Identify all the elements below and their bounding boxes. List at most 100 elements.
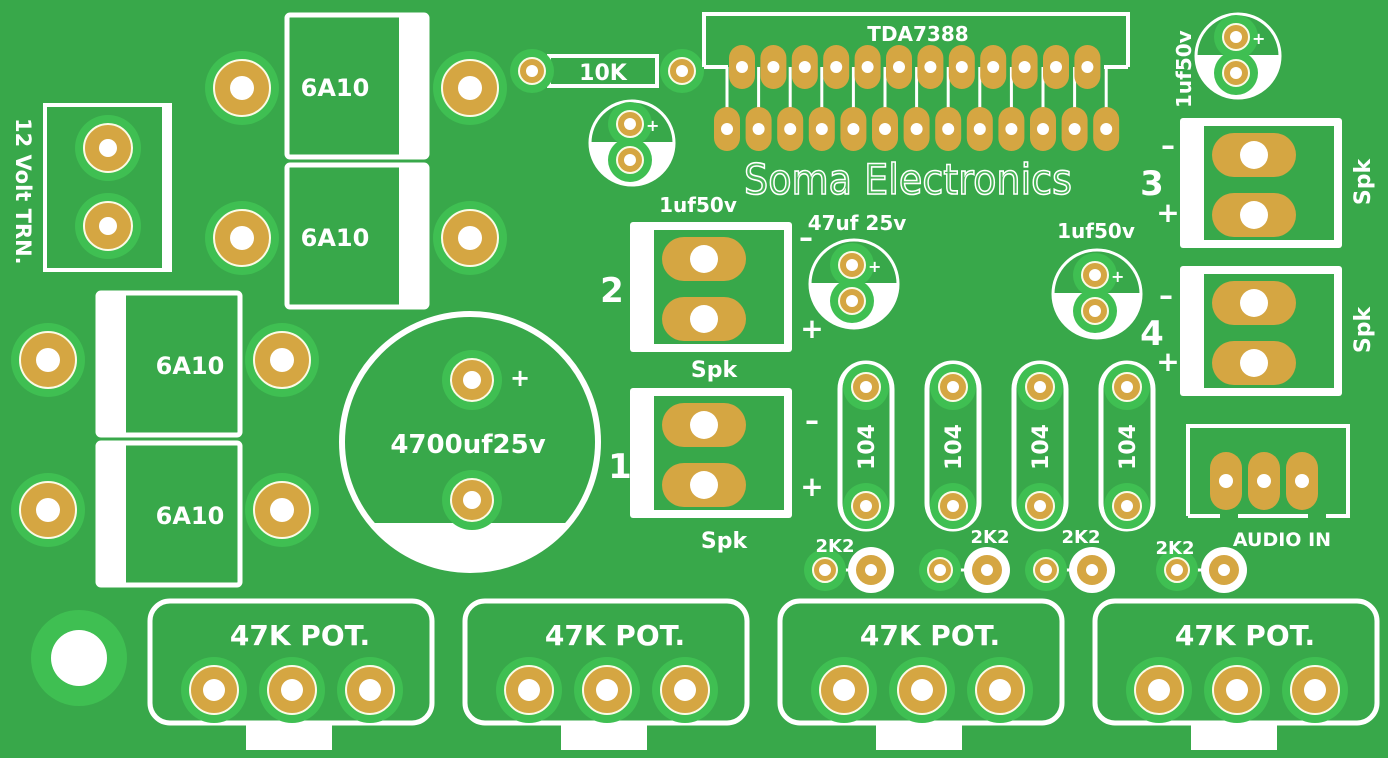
pcb-board: 12 Volt TRN. 6A10 6A10 6A10 6A10 10K TDA738… bbox=[11, 12, 1380, 750]
capacitor-label: 104 bbox=[1116, 424, 1141, 470]
ic-pin-bottom bbox=[840, 107, 867, 151]
capacitor-pad bbox=[930, 483, 976, 529]
pot-pad bbox=[181, 657, 247, 723]
pot-pad bbox=[811, 657, 877, 723]
resistor-pad bbox=[1069, 547, 1115, 593]
pot-label: 47K POT. bbox=[860, 619, 1000, 652]
ic-pin-top bbox=[917, 45, 944, 89]
capacitor-ceramic-4: 104 bbox=[1098, 360, 1156, 532]
speaker-pad bbox=[662, 237, 746, 281]
transformer-pad bbox=[75, 115, 141, 181]
ic-pin-bottom bbox=[1093, 107, 1120, 151]
diode-4: 6A10 bbox=[11, 440, 319, 588]
capacitor-ceramic-2: 104 bbox=[924, 360, 982, 532]
capacitor-pad bbox=[1017, 364, 1063, 410]
resistor-10k: 10K bbox=[510, 49, 704, 93]
minus-sign: – bbox=[799, 221, 813, 254]
capacitor-pad bbox=[930, 364, 976, 410]
ic-pin-bottom bbox=[1030, 107, 1056, 151]
diode-label: 6A10 bbox=[301, 74, 370, 102]
diode-pad bbox=[205, 51, 279, 125]
speaker-pad bbox=[662, 463, 746, 507]
plus-sign: + bbox=[1156, 196, 1179, 229]
transformer-pad bbox=[75, 193, 141, 259]
pot-pad bbox=[967, 657, 1033, 723]
speaker-terminal-4: 4–+Spk bbox=[1140, 266, 1376, 396]
diode-label: 6A10 bbox=[156, 352, 225, 380]
audio-in-pin bbox=[1286, 452, 1318, 510]
capacitor-pad bbox=[1073, 289, 1117, 333]
ic-pin-bottom bbox=[808, 107, 835, 151]
speaker-label: Spk bbox=[701, 529, 749, 554]
capacitor-electrolytic-1: + bbox=[588, 99, 676, 187]
ic-pin-top bbox=[1011, 45, 1038, 89]
resistor-pad bbox=[964, 547, 1010, 593]
resistor-label: 2K2 bbox=[971, 527, 1010, 548]
capacitor-pad bbox=[608, 138, 652, 182]
diode-label: 6A10 bbox=[301, 224, 370, 252]
transformer-connector: 12 Volt TRN. bbox=[11, 103, 172, 272]
audio-in-connector: AUDIO IN bbox=[1186, 424, 1350, 551]
pot-pad bbox=[496, 657, 562, 723]
ic-pin-top bbox=[729, 45, 755, 89]
capacitor-pad bbox=[1017, 483, 1063, 529]
resistor-label: 2K2 bbox=[816, 536, 855, 557]
ic-label: TDA7388 bbox=[867, 22, 968, 46]
channel-number: 1 bbox=[608, 447, 632, 487]
diode-pad bbox=[433, 51, 507, 125]
ic-pin-top bbox=[948, 45, 975, 89]
brand-text: Soma Electronics bbox=[744, 155, 1072, 204]
ic-pin-bottom bbox=[998, 107, 1025, 151]
speaker-label: Spk bbox=[691, 358, 739, 383]
diode-3: 6A10 bbox=[11, 290, 319, 438]
capacitor-pad bbox=[442, 470, 502, 530]
resistor-pad bbox=[1025, 549, 1067, 591]
diode-pad bbox=[433, 201, 507, 275]
ic-pin-bottom bbox=[903, 107, 930, 151]
ic-pin-top bbox=[1074, 45, 1101, 89]
speaker-terminal-1: 1 – + Spk bbox=[608, 388, 824, 554]
ic-pin-bottom bbox=[966, 107, 993, 151]
resistor-pad bbox=[1201, 547, 1247, 593]
pot-pad bbox=[1204, 657, 1270, 723]
capacitor-electrolytic-3: + bbox=[1051, 248, 1143, 340]
speaker-pad bbox=[662, 297, 746, 341]
diode-pad bbox=[245, 473, 319, 547]
resistor-2k2-2: 2K2 bbox=[919, 527, 1010, 593]
resistor-2k2-3: 2K2 bbox=[1025, 527, 1115, 593]
potentiometer-1: 47K POT. bbox=[147, 598, 435, 750]
capacitor-pad bbox=[1104, 364, 1150, 410]
audio-in-pin bbox=[1248, 452, 1280, 510]
plus-sign: + bbox=[868, 257, 881, 276]
pot-pad bbox=[337, 657, 403, 723]
minus-sign: – bbox=[1159, 279, 1173, 312]
capacitor-pad bbox=[1104, 483, 1150, 529]
speaker-terminal-3: 3–+Spk bbox=[1140, 118, 1376, 248]
pot-pad bbox=[1282, 657, 1348, 723]
capacitor-electrolytic-4: + bbox=[1194, 12, 1282, 100]
plus-sign: + bbox=[1111, 267, 1124, 286]
potentiometer-4: 47K POT. bbox=[1092, 598, 1380, 750]
pot-pad bbox=[652, 657, 718, 723]
channel-number: 2 bbox=[600, 271, 624, 311]
resistor-10k-label: 10K bbox=[579, 61, 628, 86]
ic-pin-bottom bbox=[745, 107, 772, 151]
speaker-pad bbox=[662, 403, 746, 447]
ic-pin-top bbox=[823, 45, 850, 89]
potentiometer-3: 47K POT. bbox=[777, 598, 1065, 750]
mounting-hole bbox=[31, 610, 127, 706]
speaker-terminal-2: 2 – + Spk bbox=[600, 221, 824, 383]
ic-pin-bottom bbox=[714, 107, 740, 151]
ic-pin-top bbox=[1043, 45, 1069, 89]
cap-1uf-label-a: 1uf50v bbox=[659, 193, 737, 217]
ic-tda7388: TDA7388 bbox=[702, 12, 1130, 151]
pot-pad bbox=[1126, 657, 1192, 723]
audio-in-label: AUDIO IN bbox=[1233, 529, 1331, 551]
pot-pad bbox=[259, 657, 325, 723]
pot-label: 47K POT. bbox=[1175, 619, 1315, 652]
minus-sign: – bbox=[805, 404, 819, 437]
pot-pad bbox=[889, 657, 955, 723]
cap-1uf-label-c: 1uf50v bbox=[1172, 30, 1196, 108]
ic-pin-bottom bbox=[777, 107, 804, 151]
capacitor-label: 104 bbox=[942, 424, 967, 470]
